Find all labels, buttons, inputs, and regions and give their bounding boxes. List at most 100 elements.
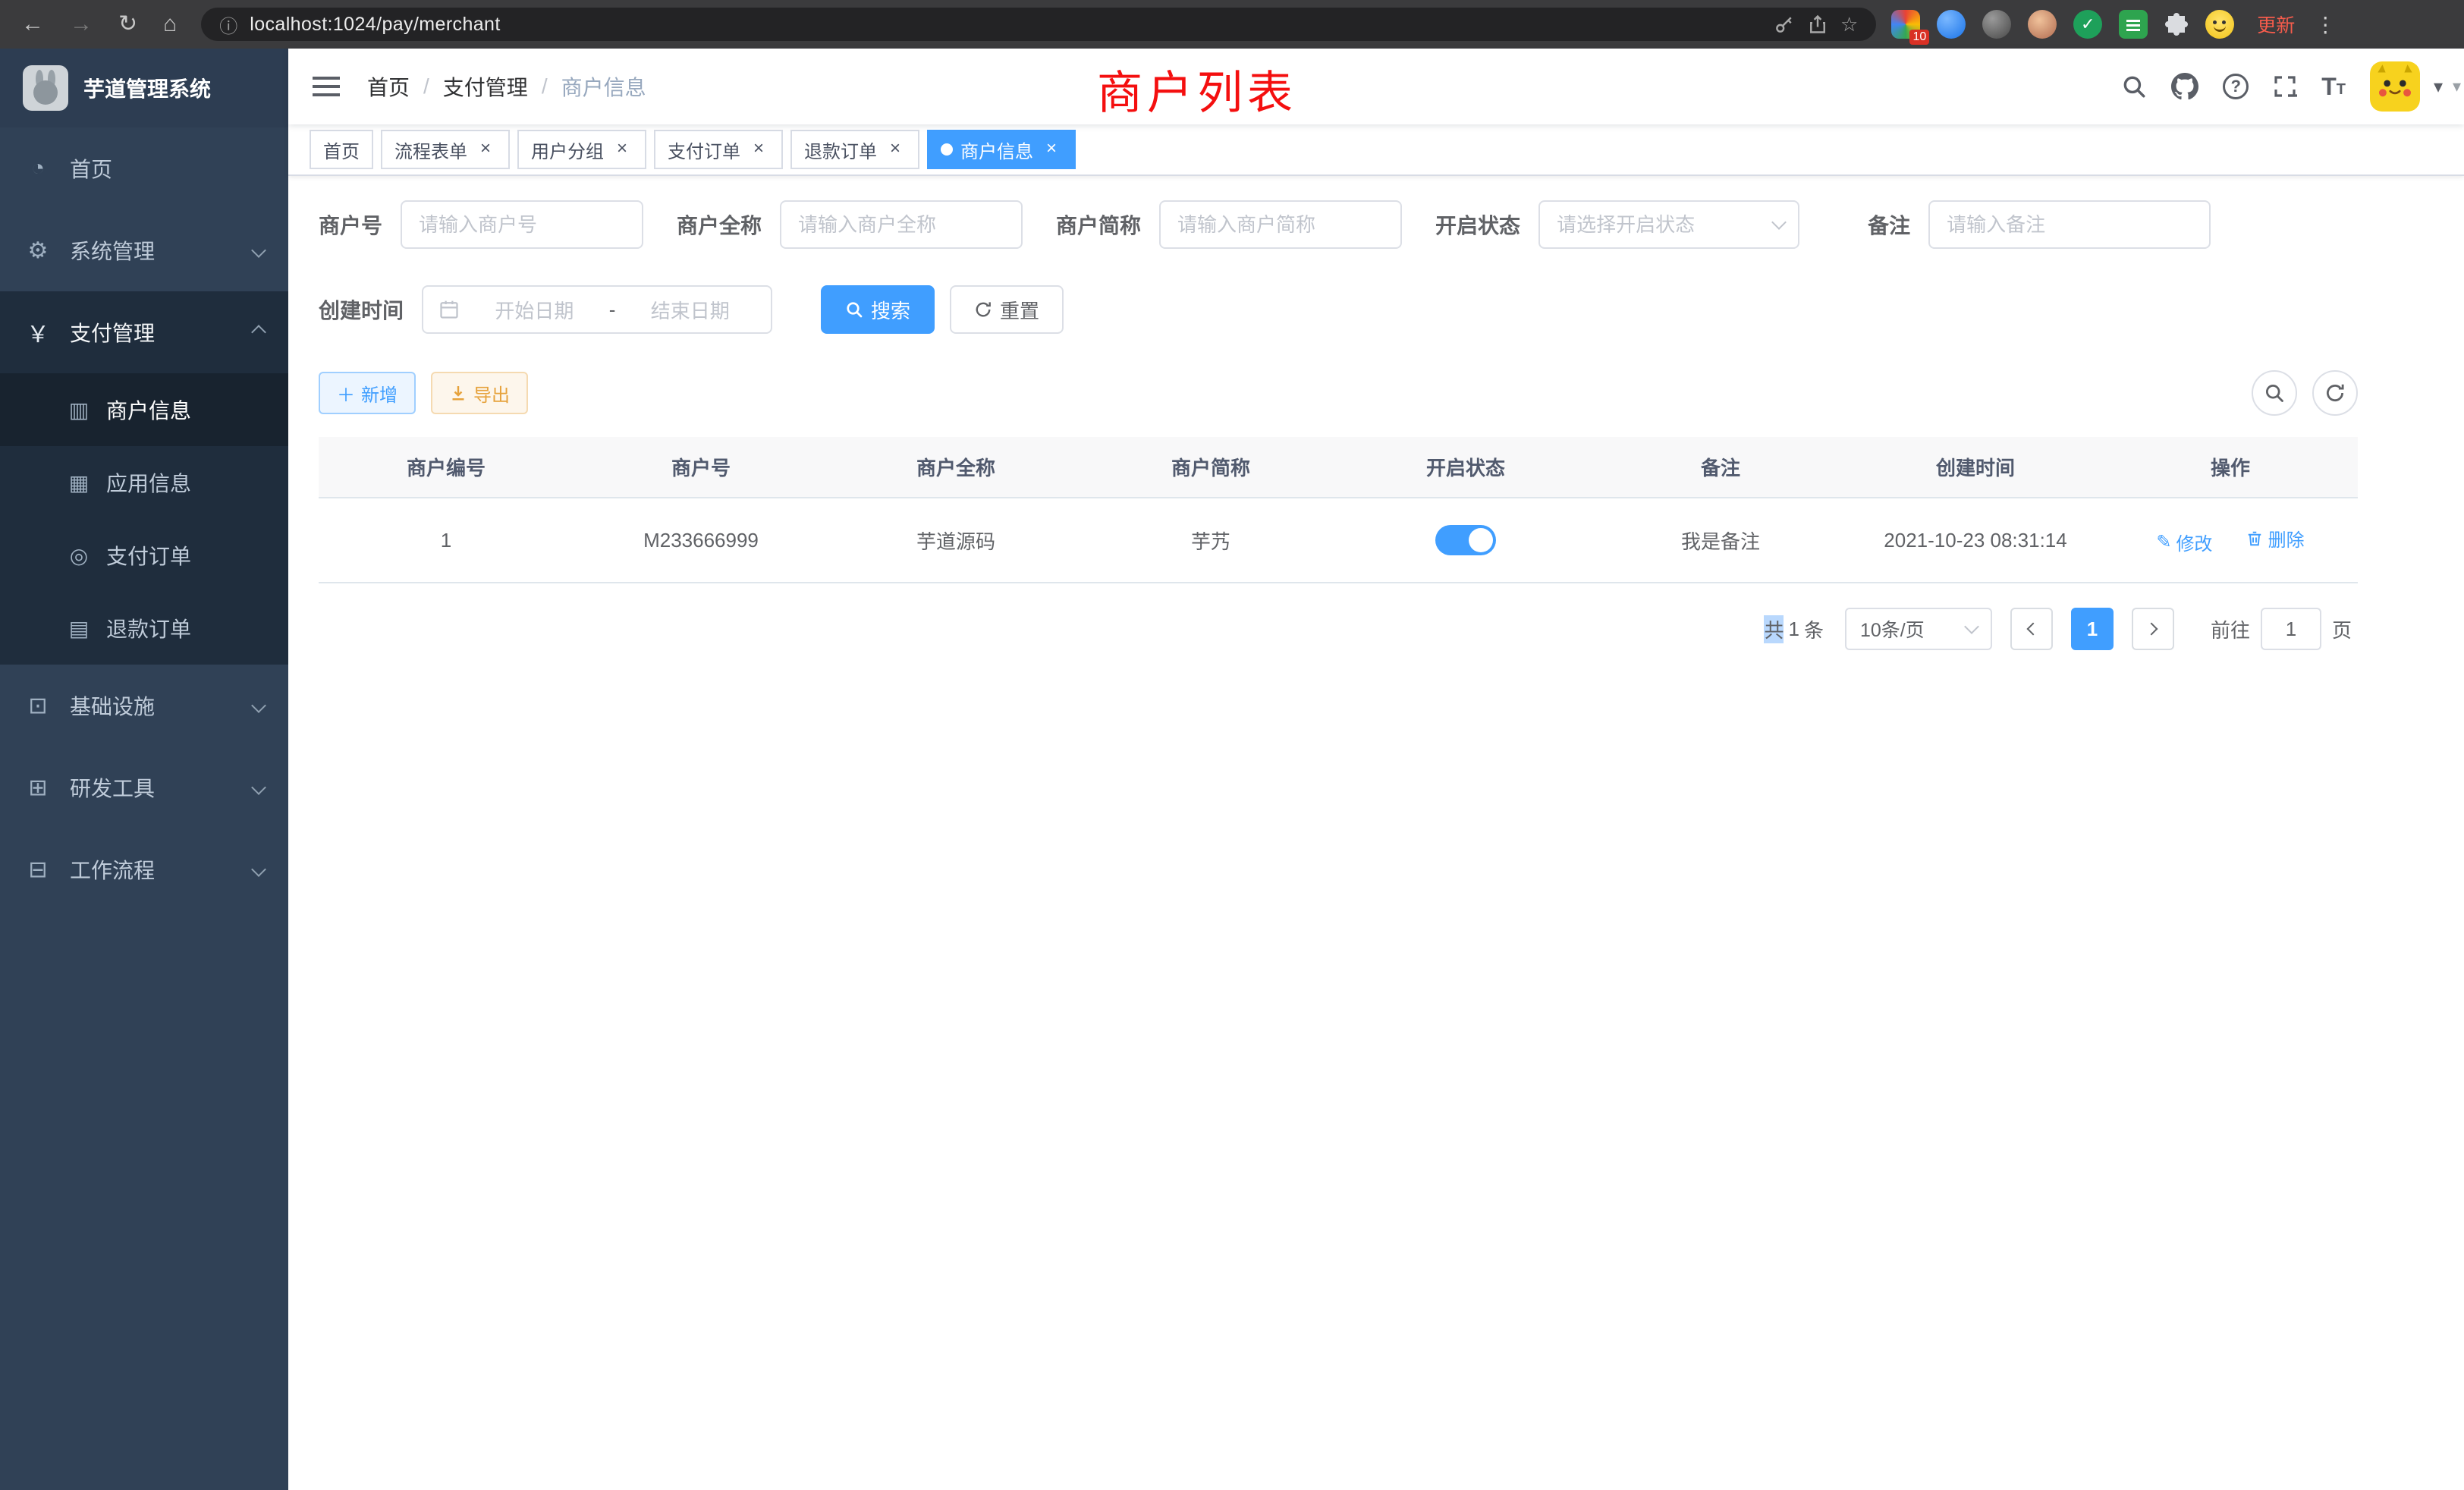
filter-row-1: 商户号 商户全称 商户简称 开启状态 xyxy=(319,200,2358,249)
next-page-button[interactable] xyxy=(2132,608,2174,650)
tab-merchant-info[interactable]: 商户信息 × xyxy=(927,130,1076,169)
extensions-puzzle-icon[interactable] xyxy=(2164,12,2189,36)
breadcrumb-home[interactable]: 首页 xyxy=(367,71,410,102)
tab-home[interactable]: 首页 xyxy=(310,130,373,169)
search-icon[interactable] xyxy=(2121,74,2147,99)
sidebar-subitem-refund-order[interactable]: ▤ 退款订单 xyxy=(0,592,288,665)
search-button[interactable]: 搜索 xyxy=(821,285,935,334)
sidebar-item-infra[interactable]: ⊡ 基础设施 xyxy=(0,665,288,747)
extension-colorful-icon[interactable]: 10 xyxy=(1891,10,1920,39)
extension-doc-icon[interactable] xyxy=(2119,10,2148,39)
reload-icon[interactable]: ↻ xyxy=(118,13,137,36)
breadcrumb-pay[interactable]: 支付管理 xyxy=(443,71,528,102)
tab-refund-order[interactable]: 退款订单 × xyxy=(790,130,919,169)
page-1-button[interactable]: 1 xyxy=(2071,608,2114,650)
add-button[interactable]: ＋ 新增 xyxy=(319,372,416,414)
bookmark-star-icon[interactable]: ☆ xyxy=(1840,13,1858,36)
status-select[interactable] xyxy=(1538,200,1799,249)
create-time-range-picker[interactable]: 开始日期 - 结束日期 xyxy=(422,285,772,334)
sidebar-item-home[interactable]: ◔ 首页 xyxy=(0,127,288,209)
site-info-icon[interactable]: ⓘ xyxy=(219,11,237,38)
close-icon[interactable]: × xyxy=(885,139,906,160)
delete-link[interactable]: 删除 xyxy=(2246,525,2305,552)
col-full-name: 商户全称 xyxy=(828,437,1083,498)
share-icon[interactable] xyxy=(1807,14,1828,35)
user-avatar[interactable] xyxy=(2370,61,2420,112)
remark-input[interactable] xyxy=(1928,200,2211,249)
sidebar-item-system[interactable]: ⚙ 系统管理 xyxy=(0,209,288,291)
col-merchant-id: 商户编号 xyxy=(319,437,574,498)
sidebar-item-label: 研发工具 xyxy=(70,772,235,803)
tab-user-group[interactable]: 用户分组 × xyxy=(517,130,646,169)
cell-actions: ✎ 修改 删除 xyxy=(2103,498,2358,583)
close-icon[interactable]: × xyxy=(1041,139,1062,160)
sidebar-subitem-pay-order[interactable]: ◎ 支付订单 xyxy=(0,519,288,592)
tab-process-form[interactable]: 流程表单 × xyxy=(381,130,510,169)
profile-avatar-icon[interactable] xyxy=(2205,10,2234,39)
refresh-table-button[interactable] xyxy=(2312,370,2358,416)
sidebar-subitem-app-info[interactable]: ▦ 应用信息 xyxy=(0,446,288,519)
password-key-icon[interactable] xyxy=(1774,14,1795,35)
page-size-select[interactable]: 10条/页 xyxy=(1845,608,1992,650)
sidebar-item-pay[interactable]: ￥ 支付管理 xyxy=(0,291,288,373)
edit-link[interactable]: ✎ 修改 xyxy=(2156,529,2212,555)
forward-icon[interactable]: → xyxy=(70,13,93,36)
prev-page-button[interactable] xyxy=(2010,608,2053,650)
export-button[interactable]: 导出 xyxy=(431,372,528,414)
help-icon[interactable]: ? xyxy=(2223,74,2249,99)
toggle-search-button[interactable] xyxy=(2252,370,2297,416)
cell-short-name: 芋艿 xyxy=(1083,498,1338,583)
url-bar[interactable]: ⓘ localhost:1024/pay/merchant ☆ xyxy=(201,8,1876,41)
close-icon[interactable]: × xyxy=(475,139,496,160)
github-icon[interactable] xyxy=(2171,73,2198,100)
col-status: 开启状态 xyxy=(1338,437,1593,498)
navbar: 首页 / 支付管理 / 商户信息 商户列表 ? xyxy=(288,49,2464,124)
cell-create-time: 2021-10-23 08:31:14 xyxy=(1848,498,2103,583)
close-icon[interactable]: × xyxy=(748,139,769,160)
avatar-caret-icon[interactable]: ▾ xyxy=(2434,76,2443,98)
tab-label: 退款订单 xyxy=(804,137,877,163)
date-separator: - xyxy=(609,298,616,322)
sidebar-item-label: 首页 xyxy=(70,153,264,184)
goto-page-input[interactable] xyxy=(2261,608,2321,650)
extension-gray-icon[interactable] xyxy=(1982,10,2011,39)
font-size-icon[interactable]: T T xyxy=(2321,74,2346,99)
browser-home-icon[interactable]: ⌂ xyxy=(163,13,177,36)
chevron-down-icon xyxy=(251,243,266,258)
overflow-caret-icon[interactable]: ▾ xyxy=(2453,77,2461,96)
fullscreen-icon[interactable] xyxy=(2273,74,2297,99)
sidebar-item-workflow[interactable]: ⊟ 工作流程 xyxy=(0,828,288,910)
merchant-no-input[interactable] xyxy=(401,200,643,249)
goto-page: 前往 页 xyxy=(2211,608,2352,650)
tab-pay-order[interactable]: 支付订单 × xyxy=(654,130,783,169)
breadcrumb-separator: / xyxy=(423,74,429,99)
toolbar-right xyxy=(2252,370,2358,416)
extension-green-icon[interactable]: ✓ xyxy=(2073,10,2102,39)
merchant-table: 商户编号 商户号 商户全称 商户简称 开启状态 备注 创建时间 操作 1 xyxy=(319,437,2358,583)
chevron-right-icon xyxy=(2145,623,2158,636)
filter-remark: 备注 xyxy=(1868,200,2211,249)
date-end-placeholder[interactable]: 结束日期 xyxy=(624,296,756,324)
filter-label: 商户全称 xyxy=(677,209,780,240)
short-name-input[interactable] xyxy=(1159,200,1402,249)
close-icon[interactable]: × xyxy=(611,139,633,160)
extension-avatar-icon[interactable] xyxy=(2028,10,2057,39)
workflow-icon: ⊟ xyxy=(24,857,52,883)
status-toggle[interactable] xyxy=(1435,525,1496,555)
back-icon[interactable]: ← xyxy=(21,13,44,36)
date-start-placeholder[interactable]: 开始日期 xyxy=(469,296,600,324)
extension-blue-icon[interactable] xyxy=(1937,10,1966,39)
browser-update-button[interactable]: 更新 xyxy=(2257,11,2295,38)
sidebar-item-devtools[interactable]: ⊞ 研发工具 xyxy=(0,747,288,828)
hamburger-icon[interactable] xyxy=(311,71,341,102)
full-name-input[interactable] xyxy=(780,200,1023,249)
filter-label: 创建时间 xyxy=(319,294,422,325)
browser-menu-icon[interactable]: ⋮ xyxy=(2315,12,2336,37)
card-icon: ▥ xyxy=(67,398,91,423)
sidebar-subitem-merchant-info[interactable]: ▥ 商户信息 xyxy=(0,373,288,446)
add-button-label: 新增 xyxy=(361,380,398,407)
goto-label: 前往 xyxy=(2211,615,2250,643)
status-select-input[interactable] xyxy=(1538,200,1799,249)
reset-button[interactable]: 重置 xyxy=(950,285,1064,334)
app-logo[interactable]: 芋道管理系统 xyxy=(0,49,288,127)
